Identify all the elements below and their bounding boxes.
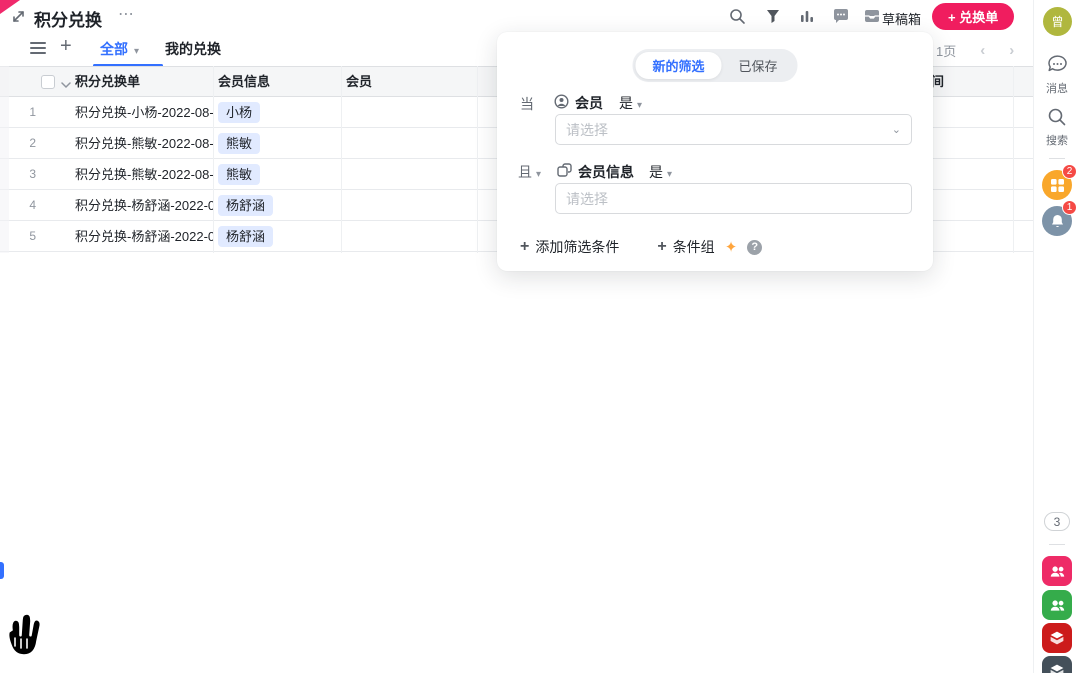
condition-operator[interactable]: 是▾ [619, 93, 642, 113]
cell-order[interactable]: 积分兑换-熊敏-2022-08-0 [75, 159, 213, 190]
plus-icon: + [520, 238, 529, 256]
collapsed-count-badge[interactable]: 3 [1044, 512, 1070, 531]
plus-icon: + [657, 238, 666, 256]
chevron-down-icon[interactable]: ▾ [134, 46, 139, 57]
column-divider [1013, 66, 1014, 253]
notifications-badge: 1 [1062, 200, 1077, 215]
sparkle-icon: ✦ [725, 238, 738, 256]
operator-label: 是 [649, 164, 663, 180]
messages-icon[interactable] [1046, 54, 1069, 82]
relation-field-icon [557, 163, 572, 178]
drafts-label[interactable]: 草稿箱 [882, 9, 921, 28]
member-tag[interactable]: 熊敏 [218, 133, 260, 154]
select-placeholder: 请选择 [566, 120, 892, 140]
add-group-label: 条件组 [673, 237, 715, 257]
tab-all-label: 全部 [100, 41, 128, 57]
comment-icon[interactable] [831, 6, 851, 26]
add-view-icon[interactable]: + [60, 35, 72, 58]
dock-icon-contacts-pink[interactable] [1042, 556, 1072, 586]
page-indicator: 1页 [936, 41, 956, 60]
tab-saved-filter[interactable]: 已保存 [722, 52, 795, 79]
cell-order[interactable]: 积分兑换-杨舒涵-2022-0 [75, 190, 213, 221]
column-header-member-info[interactable]: 会员信息 [218, 67, 270, 97]
messages-label[interactable]: 消息 [1034, 80, 1079, 96]
dock-icon-contacts-green[interactable] [1042, 590, 1072, 620]
drafts-icon[interactable] [862, 6, 882, 26]
filter-icon[interactable] [763, 6, 783, 26]
condition-value-select[interactable]: 请选择 ⌄ [555, 114, 912, 145]
header-chevron-icon[interactable] [61, 76, 71, 94]
titlebar: 积分兑换 ⋯ 草稿箱 + 兑换单 [0, 0, 1033, 32]
condition-operator[interactable]: 是▾ [649, 162, 672, 182]
conjunction-label: 且 [518, 164, 532, 180]
column-divider [213, 66, 214, 253]
chart-icon[interactable] [797, 6, 817, 26]
add-condition-label: 添加筛选条件 [535, 237, 619, 257]
condition-prefix: 当 [520, 94, 534, 114]
column-divider [477, 66, 478, 253]
tab-my-exchanges-label: 我的兑换 [165, 41, 221, 57]
filter-actions: + 添加筛选条件 + 条件组 ✦ ? [520, 237, 762, 257]
condition-conjunction[interactable]: 且▾ [518, 162, 541, 182]
add-condition-button[interactable]: + 添加筛选条件 [520, 237, 619, 257]
column-divider [341, 66, 342, 253]
sidebar-search-icon[interactable] [1047, 107, 1067, 132]
help-icon[interactable]: ? [747, 240, 762, 255]
hand-cursor-icon [0, 608, 46, 667]
dock-icon-box-dark[interactable] [1042, 656, 1072, 673]
page-title: 积分兑换 [34, 6, 102, 31]
filter-tab-switch: 新的筛选 已保存 [632, 49, 797, 82]
user-avatar[interactable]: 曾 [1043, 7, 1072, 36]
cell-order[interactable]: 积分兑换-杨舒涵-2022-0 [75, 221, 213, 252]
operator-label: 是 [619, 95, 633, 111]
sidebar-search-label[interactable]: 搜索 [1034, 132, 1079, 148]
add-condition-group-button[interactable]: + 条件组 [657, 237, 714, 257]
chevron-down-icon: ▾ [637, 100, 642, 111]
member-tag[interactable]: 杨舒涵 [218, 195, 273, 216]
grid-left-margin [0, 66, 9, 253]
search-icon[interactable] [727, 6, 747, 26]
condition-value-input[interactable]: 请选择 [555, 183, 912, 214]
person-field-icon [554, 94, 569, 109]
chevron-down-icon: ▾ [536, 169, 541, 180]
corner-accent [0, 0, 20, 14]
dock-icon-box-red[interactable] [1042, 623, 1072, 653]
filter-popup: 新的筛选 已保存 当 会员 是▾ 请选择 ⌄ 且▾ 会员信息 是▾ 请选择 [497, 32, 933, 271]
member-tag[interactable]: 小杨 [218, 102, 260, 123]
member-tag[interactable]: 熊敏 [218, 164, 260, 185]
prev-page-icon[interactable]: ‹ [980, 42, 985, 59]
cell-order[interactable]: 积分兑换-熊敏-2022-08-0 [75, 128, 213, 159]
view-list-icon[interactable] [30, 42, 46, 54]
chevron-down-icon: ⌄ [892, 123, 901, 136]
pagination: 1页 ‹ › [936, 41, 1014, 60]
new-exchange-button[interactable]: + 兑换单 [932, 3, 1014, 30]
column-header-order[interactable]: 积分兑换单 [75, 67, 140, 97]
select-all-checkbox[interactable] [41, 75, 55, 89]
app-window: 积分兑换 ⋯ 草稿箱 + 兑换单 + 全部 ▾ 我的兑换 1页 [0, 0, 1079, 673]
tab-my-exchanges[interactable]: 我的兑换 [165, 39, 221, 59]
next-page-icon[interactable]: › [1009, 42, 1014, 59]
member-tag[interactable]: 杨舒涵 [218, 226, 273, 247]
cell-order[interactable]: 积分兑换-小杨-2022-08- [75, 97, 213, 128]
chevron-down-icon: ▾ [667, 169, 672, 180]
sidebar-divider [1049, 544, 1065, 545]
sidebar-divider [1049, 158, 1065, 159]
tab-all[interactable]: 全部 ▾ [100, 39, 139, 59]
tab-new-filter[interactable]: 新的筛选 [635, 52, 721, 79]
apps-badge: 2 [1062, 164, 1077, 179]
input-placeholder: 请选择 [566, 189, 901, 209]
app-sidebar: 曾 消息 搜索 2 1 3 [1033, 0, 1079, 673]
dock-active-indicator [0, 562, 4, 579]
condition-field[interactable]: 会员 [575, 93, 603, 113]
column-header-member[interactable]: 会员 [346, 67, 372, 97]
more-menu-icon[interactable]: ⋯ [118, 4, 135, 24]
condition-field[interactable]: 会员信息 [578, 162, 634, 182]
